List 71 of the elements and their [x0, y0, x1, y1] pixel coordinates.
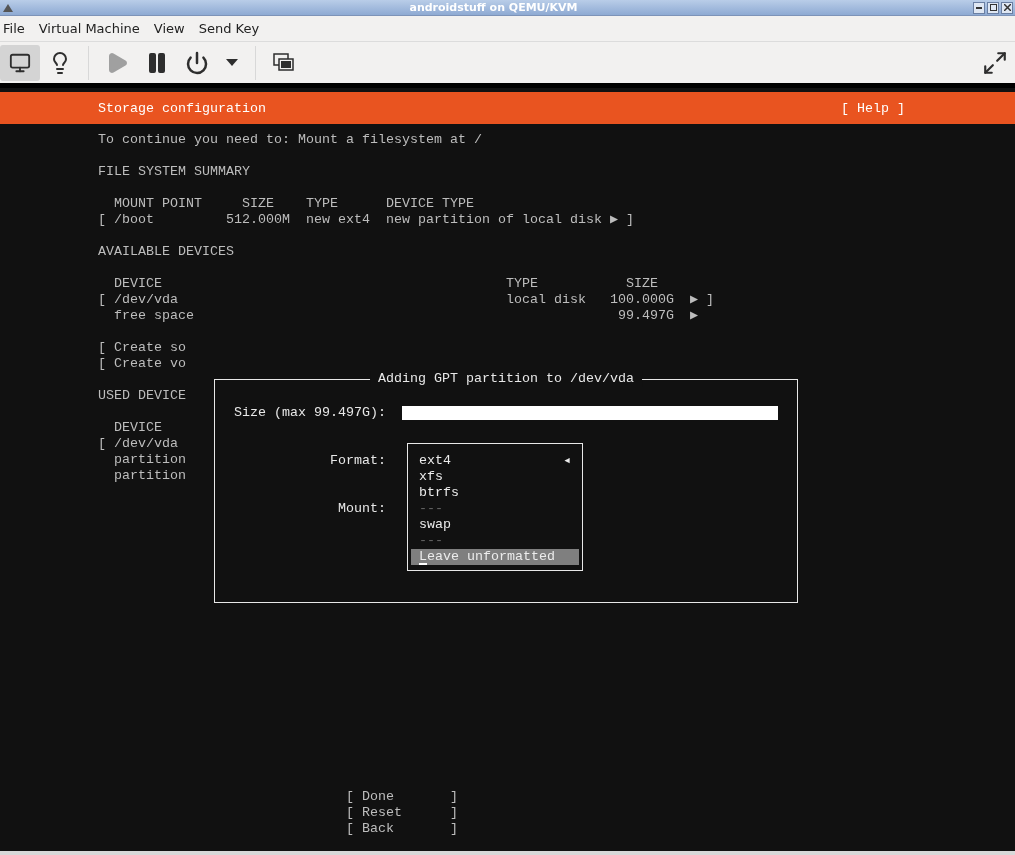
- arrow-text[interactable]: ▶: [690, 308, 698, 324]
- menu-item[interactable]: View: [153, 21, 199, 36]
- field-label: Mount:: [337, 501, 386, 517]
- column-header: SIZE: [242, 196, 275, 212]
- terminal-text: [: [98, 340, 106, 356]
- action-link[interactable]: Create vo: [114, 356, 226, 372]
- column-header: TYPE: [306, 196, 339, 212]
- action-link[interactable]: Create so: [114, 340, 226, 356]
- table-cell-text: partition: [114, 452, 187, 468]
- field-label: Size (max 99.497G):: [234, 405, 386, 421]
- table-cell: 512.000M: [226, 212, 290, 228]
- monitor-icon: [9, 51, 31, 74]
- screens-icon: [273, 52, 295, 73]
- table-cell-text: /dev/vda: [114, 292, 179, 308]
- column-header: SIZE: [626, 276, 659, 292]
- column-header: TYPE: [506, 276, 539, 292]
- menu-item[interactable]: Virtual Machine: [38, 21, 154, 36]
- dropdown-option[interactable]: xfs: [411, 469, 579, 485]
- table-cell-text: 99.497G: [617, 308, 674, 324]
- terminal-text: [: [98, 356, 106, 372]
- dialog-title: Adding GPT partition to /dev/vda: [370, 371, 642, 387]
- menu-button[interactable]: [ Back ]: [346, 821, 458, 837]
- maximize-icon: [989, 4, 997, 11]
- arrow-text[interactable]: ▶: [610, 212, 618, 228]
- menu-item[interactable]: Send Key: [198, 21, 274, 36]
- app-icon: [2, 2, 14, 13]
- section-heading: FILE SYSTEM SUMMARY: [98, 164, 251, 180]
- menu-item[interactable]: File: [3, 21, 39, 36]
- column-header: DEVICE: [114, 420, 163, 436]
- minimize-button[interactable]: [973, 1, 985, 14]
- power-icon: [185, 50, 209, 75]
- size-input-field[interactable]: [402, 406, 778, 420]
- table-cell-text: local disk: [506, 292, 587, 308]
- column-header: MOUNT POINT: [114, 196, 203, 212]
- menu-button[interactable]: [ Reset ]: [346, 805, 458, 821]
- table-cell-text: /dev/vda: [114, 436, 179, 452]
- section-heading: AVAILABLE DEVICES: [98, 244, 235, 260]
- column-header: DEVICE: [114, 276, 163, 292]
- close-button[interactable]: [1001, 1, 1013, 14]
- table-cell-text: new ext4: [306, 212, 371, 228]
- table-cell-text: free space: [114, 308, 195, 324]
- window-title: androidstuff on QEMU/KVM: [409, 1, 578, 14]
- terminal-text: ]: [706, 292, 714, 308]
- caret-icon: [226, 59, 238, 66]
- terminal-text: ]: [626, 212, 634, 228]
- terminal-text: [: [98, 292, 106, 308]
- screen-title: Storage configuration: [98, 100, 266, 116]
- terminal-text: To continue you need to: Mount a filesystem at /: [98, 132, 483, 148]
- arrow-text[interactable]: ▶: [690, 292, 698, 308]
- terminal-text: [: [98, 212, 106, 228]
- menu-button[interactable]: [ Done ]: [346, 789, 458, 805]
- expand-icon: [982, 49, 1008, 76]
- close-icon: [1003, 4, 1011, 11]
- separator-text: ---: [418, 501, 444, 517]
- section-heading: USED DEVICE: [98, 388, 187, 404]
- terminal-text: [: [98, 436, 106, 452]
- current-marker: ◂: [562, 453, 571, 469]
- maximize-button[interactable]: [987, 1, 999, 14]
- table-cell-text: new partition of local disk: [386, 212, 603, 228]
- help-link[interactable]: [ Help ]: [841, 100, 905, 116]
- dropdown-option[interactable]: swap: [411, 517, 579, 533]
- console-button[interactable]: [0, 44, 40, 81]
- table-cell-text: partition: [114, 468, 187, 484]
- table-cell-text: /boot: [114, 212, 155, 228]
- separator-text: ---: [418, 533, 444, 549]
- minimize-icon: [976, 6, 982, 9]
- field-label: Format:: [329, 453, 386, 469]
- table-cell-text: 100.000G: [609, 292, 674, 308]
- dropdown-option[interactable]: ext4 ◂: [411, 453, 579, 469]
- dropdown-option[interactable]: btrfs: [411, 485, 579, 501]
- column-header: DEVICE TYPE: [386, 196, 475, 212]
